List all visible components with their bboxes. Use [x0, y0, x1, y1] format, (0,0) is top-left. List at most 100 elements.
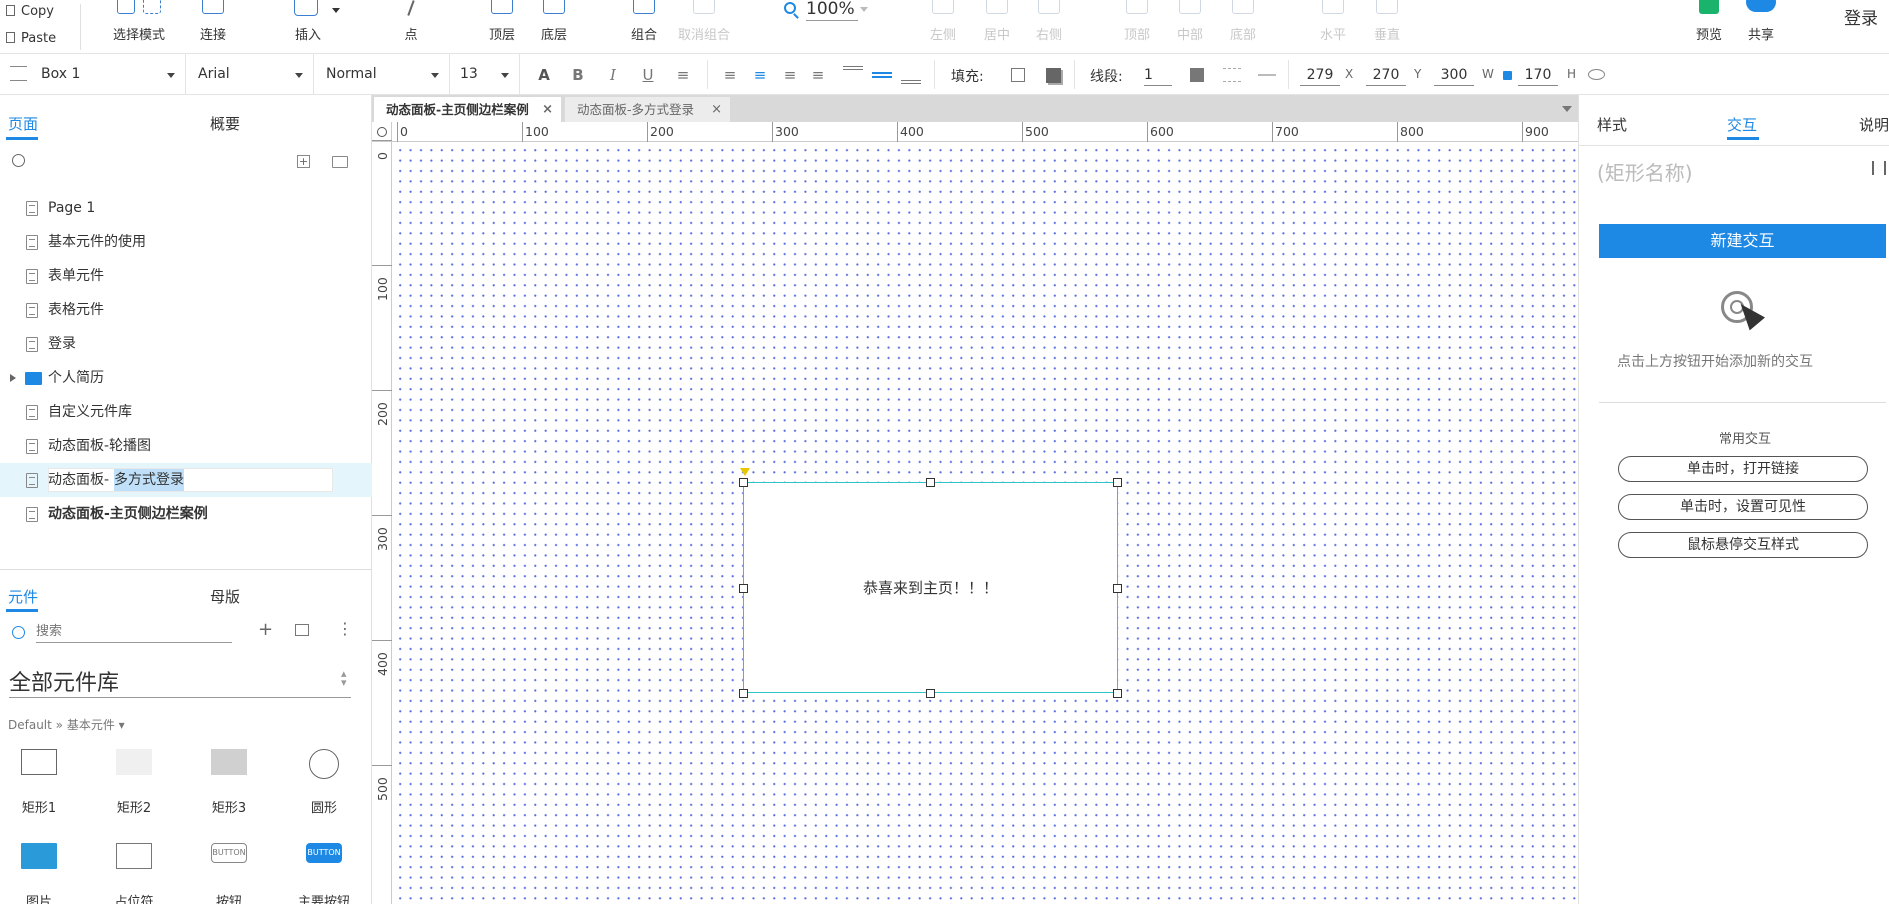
copy-button[interactable]: Copy — [6, 2, 54, 22]
add-page-icon[interactable]: + — [297, 155, 310, 168]
font-weight-select[interactable]: Normal — [314, 54, 450, 95]
tab-style[interactable]: 样式 — [1597, 114, 1627, 135]
width-input[interactable]: 300 — [1434, 64, 1474, 86]
resize-handle[interactable] — [739, 478, 748, 487]
page-item[interactable]: 表单元件 — [0, 259, 372, 293]
library-path[interactable]: Default » 基本元件 ▾ — [8, 716, 125, 733]
ungroup-button[interactable]: 取消组合 — [676, 0, 732, 54]
quick-interaction-button[interactable]: 单击时，打开链接 — [1618, 456, 1868, 482]
height-input[interactable]: 170 — [1518, 64, 1558, 86]
select-mode-button[interactable]: 选择模式 — [106, 0, 172, 54]
paste-button[interactable]: Paste — [6, 29, 56, 49]
add-library-icon[interactable]: + — [258, 619, 273, 640]
settings-sliders-icon[interactable] — [1872, 161, 1886, 175]
page-item[interactable]: 表格元件 — [0, 293, 372, 327]
resize-handle[interactable] — [739, 584, 748, 593]
page-item[interactable]: 动态面板-主页侧边栏案例 — [0, 497, 372, 531]
widget-rectangle-1[interactable]: 矩形1 — [4, 749, 74, 816]
widget-name-select[interactable]: Box 1 — [30, 54, 186, 95]
group-button[interactable]: 组合 — [628, 0, 660, 54]
align-top-button[interactable]: 顶部 — [1122, 0, 1152, 54]
rotation-handle-icon[interactable] — [740, 468, 750, 476]
point-button[interactable]: 点 — [398, 0, 424, 54]
widget-rectangle-2[interactable]: 矩形2 — [99, 749, 169, 816]
tab-multi-login[interactable]: 动态面板-多方式登录 × — [565, 97, 730, 122]
preview-button[interactable]: 预览 — [1694, 0, 1724, 54]
page-item[interactable]: 动态面板-轮播图 — [0, 429, 372, 463]
text-align-center-icon[interactable]: ≡ — [751, 66, 769, 84]
italic-icon[interactable]: I — [604, 66, 622, 84]
text-align-right-icon[interactable]: ≡ — [781, 66, 799, 84]
resize-handle[interactable] — [1113, 478, 1122, 487]
text-align-left-icon[interactable]: ≡ — [721, 66, 739, 84]
zoom-control[interactable]: 100% — [782, 0, 872, 24]
widget-search-input[interactable] — [36, 621, 232, 643]
ruler-corner[interactable] — [372, 122, 392, 142]
fill-color-swatch[interactable] — [1011, 68, 1025, 82]
align-bottom-button[interactable]: 底部 — [1228, 0, 1258, 54]
distribute-horizontal-button[interactable]: 水平 — [1318, 0, 1348, 54]
eye-icon[interactable] — [1588, 69, 1605, 80]
underline-icon[interactable]: U — [639, 66, 657, 84]
library-title-select[interactable]: 全部元件库 — [9, 665, 119, 697]
close-icon[interactable]: × — [711, 97, 722, 122]
copy-library-icon[interactable] — [295, 624, 309, 636]
x-input[interactable]: 279 — [1300, 64, 1340, 86]
widget-image[interactable]: 图片 — [4, 843, 74, 904]
search-icon[interactable] — [12, 154, 25, 167]
align-right-button[interactable]: 右侧 — [1034, 0, 1064, 54]
valign-middle-icon[interactable] — [872, 72, 892, 78]
tab-masters[interactable]: 母版 — [210, 586, 240, 607]
expand-arrow-icon[interactable] — [10, 374, 16, 382]
arrow-style-icon[interactable] — [1258, 74, 1276, 76]
resize-handle[interactable] — [1113, 689, 1122, 698]
new-interaction-button[interactable]: 新建交互 — [1599, 224, 1886, 258]
page-item[interactable]: 自定义元件库 — [0, 395, 372, 429]
chevron-down-icon[interactable] — [1562, 106, 1572, 112]
login-link[interactable]: 登录 — [1844, 4, 1878, 29]
widget-circle[interactable]: 圆形 — [289, 749, 359, 816]
tab-widgets[interactable]: 元件 — [8, 586, 38, 607]
valign-top-icon[interactable] — [843, 66, 863, 70]
y-input[interactable]: 270 — [1366, 64, 1406, 86]
lock-icon[interactable] — [1503, 71, 1512, 80]
resize-handle[interactable] — [739, 689, 748, 698]
widget-primary-button[interactable]: BUTTON 主要按钮 — [289, 843, 359, 904]
distribute-vertical-button[interactable]: 垂直 — [1372, 0, 1402, 54]
quick-interaction-button[interactable]: 单击时，设置可见性 — [1618, 494, 1868, 520]
font-family-select[interactable]: Arial — [186, 54, 314, 95]
tab-notes[interactable]: 说明 — [1859, 114, 1889, 135]
share-button[interactable]: 共享 — [1746, 0, 1776, 54]
bullet-list-icon[interactable]: ≡ — [674, 66, 692, 84]
quick-interaction-button[interactable]: 鼠标悬停交互样式 — [1618, 532, 1868, 558]
stroke-pattern-icon[interactable] — [1223, 68, 1241, 82]
stroke-width-input[interactable]: 1 — [1144, 64, 1172, 86]
bring-to-front-button[interactable]: 顶层 — [486, 0, 518, 54]
resize-handle[interactable] — [926, 689, 935, 698]
align-center-button[interactable]: 居中 — [982, 0, 1012, 54]
align-middle-button[interactable]: 中部 — [1175, 0, 1205, 54]
font-color-icon[interactable]: A — [535, 66, 553, 84]
valign-bottom-icon[interactable] — [901, 80, 921, 84]
tab-outline[interactable]: 概要 — [210, 113, 240, 134]
close-icon[interactable]: × — [542, 97, 553, 122]
align-left-button[interactable]: 左侧 — [928, 0, 958, 54]
more-options-icon[interactable]: ⋮ — [337, 619, 353, 638]
add-folder-icon[interactable] — [332, 156, 348, 168]
shadow-swatch[interactable] — [1046, 68, 1061, 83]
page-folder[interactable]: 个人简历 — [0, 361, 372, 395]
resize-handle[interactable] — [1113, 584, 1122, 593]
bold-icon[interactable]: B — [569, 66, 587, 84]
widget-placeholder[interactable]: 占位符 — [99, 843, 169, 904]
widget-rectangle-3[interactable]: 矩形3 — [194, 749, 264, 816]
selected-rectangle[interactable]: 恭喜来到主页！！！ — [743, 482, 1118, 693]
page-item[interactable]: 基本元件的使用 — [0, 225, 372, 259]
stroke-color-swatch[interactable] — [1190, 68, 1204, 82]
page-item[interactable]: 动态面板- 多方式登录 — [0, 463, 372, 497]
shape-name-field[interactable]: (矩形名称) — [1597, 157, 1693, 186]
resize-handle[interactable] — [926, 478, 935, 487]
tab-pages[interactable]: 页面 — [8, 113, 38, 134]
tab-main-sidebar[interactable]: 动态面板-主页侧边栏案例 × — [374, 97, 561, 122]
widget-button[interactable]: BUTTON 按钮 — [194, 843, 264, 904]
page-item[interactable]: 登录 — [0, 327, 372, 361]
